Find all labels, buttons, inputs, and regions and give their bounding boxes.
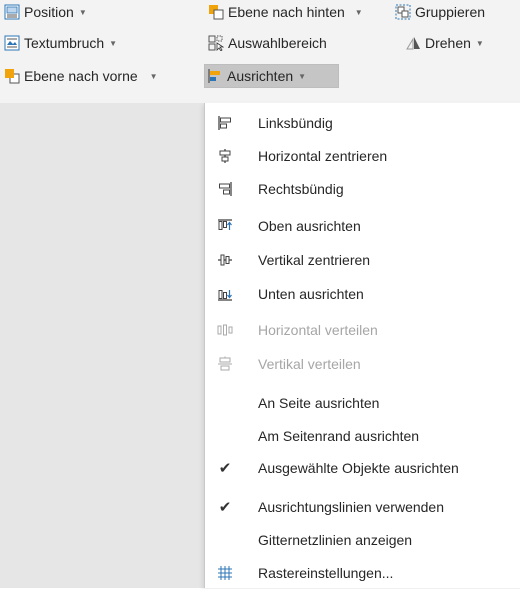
- align-middle-icon: [217, 252, 233, 268]
- group-label: Gruppieren: [415, 4, 486, 20]
- wrap-text-label: Textumbruch: [24, 35, 105, 51]
- menu-item-label: Oben ausrichten: [258, 218, 361, 234]
- position-icon: [4, 4, 20, 20]
- menu-item-align-right[interactable]: Rechtsbündig: [205, 173, 520, 205]
- position-button[interactable]: Position ▼: [2, 0, 87, 24]
- menu-item-label: Horizontal verteilen: [258, 322, 378, 338]
- distribute-horizontal-icon: [217, 322, 233, 338]
- menu-item-align-center[interactable]: Horizontal zentrieren: [205, 140, 520, 172]
- menu-item-distribute-vertical[interactable]: Vertikal verteilen: [205, 348, 520, 380]
- align-bottom-icon: [217, 286, 233, 302]
- grid-settings-icon: [217, 565, 233, 581]
- rotate-button[interactable]: Drehen ▼: [403, 31, 484, 55]
- send-backward-button[interactable]: Ebene nach hinten ▼: [206, 0, 363, 24]
- bring-forward-icon: [4, 68, 20, 84]
- menu-item-label: Ausgewählte Objekte ausrichten: [258, 460, 459, 476]
- menu-item-label: Am Seitenrand ausrichten: [258, 428, 420, 444]
- align-left-icon: [217, 115, 233, 131]
- menu-item-label: Rastereinstellungen...: [258, 565, 394, 581]
- wrap-text-button[interactable]: Textumbruch ▼: [2, 31, 117, 55]
- chevron-down-icon: ▼: [109, 38, 118, 48]
- menu-item-align-middle[interactable]: Vertikal zentrieren: [205, 244, 520, 276]
- menu-item-label: Vertikal zentrieren: [258, 252, 371, 268]
- menu-item-label: Vertikal verteilen: [258, 356, 361, 372]
- align-top-icon: [217, 218, 233, 234]
- menu-item-label: Horizontal zentrieren: [258, 148, 388, 164]
- checkmark-icon: ✔: [218, 460, 232, 477]
- checkmark-icon: ✔: [218, 499, 232, 516]
- align-button[interactable]: Ausrichten ▼: [204, 64, 339, 88]
- menu-item-align-top[interactable]: Oben ausrichten: [205, 210, 520, 242]
- send-backward-label: Ebene nach hinten: [228, 4, 345, 20]
- chevron-down-icon: ▼: [354, 7, 363, 17]
- chevron-down-icon: ▼: [78, 7, 87, 17]
- menu-item-align-to-page[interactable]: An Seite ausrichten: [205, 387, 520, 419]
- chevron-down-icon: ▼: [475, 38, 484, 48]
- menu-item-align-left[interactable]: Linksbündig: [205, 107, 520, 139]
- group-icon: [395, 4, 411, 20]
- chevron-down-icon: ▼: [149, 71, 158, 81]
- position-label: Position: [24, 4, 74, 20]
- wrap-text-icon: [4, 35, 20, 51]
- align-center-icon: [217, 148, 233, 164]
- rotate-icon: [405, 35, 421, 51]
- menu-item-use-alignment-guides[interactable]: ✔ Ausrichtungslinien verwenden: [205, 491, 520, 523]
- menu-item-align-bottom[interactable]: Unten ausrichten: [205, 278, 520, 310]
- menu-item-label: Linksbündig: [258, 115, 333, 131]
- menu-item-label: Rechtsbündig: [258, 181, 344, 197]
- distribute-vertical-icon: [217, 356, 233, 372]
- menu-item-show-gridlines[interactable]: Gitternetzlinien anzeigen: [205, 524, 520, 556]
- align-dropdown-menu: Linksbündig Horizontal zentrieren Rechts…: [204, 103, 520, 588]
- menu-item-distribute-horizontal[interactable]: Horizontal verteilen: [205, 314, 520, 346]
- menu-item-align-selected-objects[interactable]: ✔ Ausgewählte Objekte ausrichten: [205, 452, 520, 484]
- menu-item-label: An Seite ausrichten: [258, 395, 380, 411]
- align-right-icon: [217, 181, 233, 197]
- menu-item-grid-settings[interactable]: Rastereinstellungen...: [205, 557, 520, 589]
- selection-pane-label: Auswahlbereich: [228, 35, 327, 51]
- bring-forward-label: Ebene nach vorne: [24, 68, 138, 84]
- align-icon: [207, 68, 223, 84]
- menu-item-label: Ausrichtungslinien verwenden: [258, 499, 444, 515]
- chevron-down-icon: ▼: [298, 71, 307, 81]
- menu-item-label: Unten ausrichten: [258, 286, 364, 302]
- selection-pane-button[interactable]: Auswahlbereich: [206, 31, 327, 55]
- rotate-label: Drehen: [425, 35, 471, 51]
- align-label: Ausrichten: [227, 68, 294, 84]
- bring-forward-button[interactable]: Ebene nach vorne ▼: [2, 64, 158, 88]
- group-button[interactable]: Gruppieren: [393, 0, 485, 24]
- menu-item-label: Gitternetzlinien anzeigen: [258, 532, 413, 548]
- selection-pane-icon: [208, 35, 225, 52]
- menu-item-align-to-margin[interactable]: Am Seitenrand ausrichten: [205, 420, 520, 452]
- send-backward-icon: [208, 4, 224, 20]
